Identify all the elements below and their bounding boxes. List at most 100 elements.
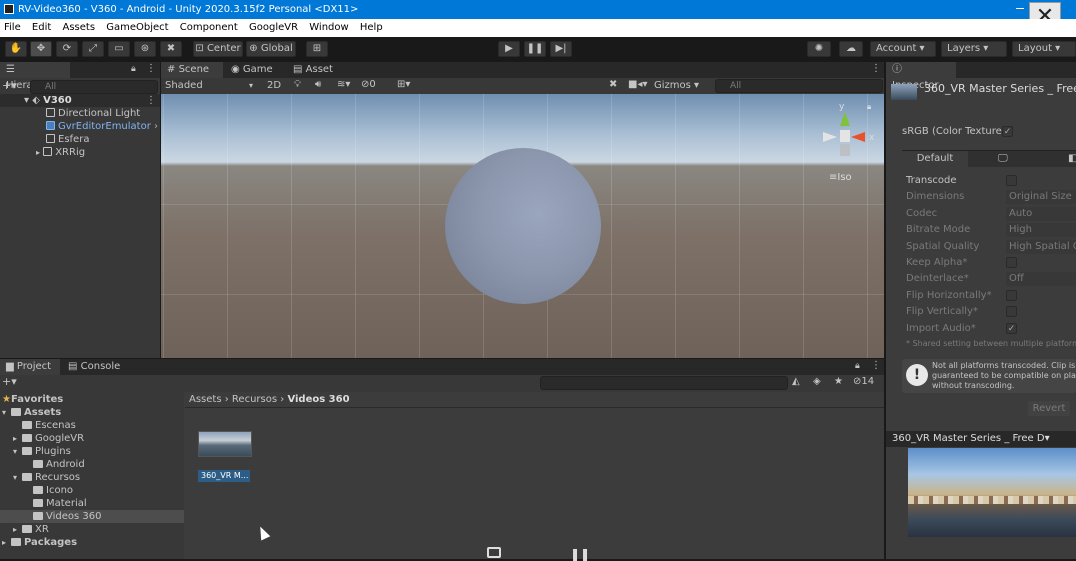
collab-icon[interactable]: ✺ bbox=[807, 41, 831, 57]
pivot-center-toggle[interactable]: ⊡ Center bbox=[193, 41, 243, 57]
project-folder-item[interactable]: Android bbox=[0, 458, 184, 471]
minimize-icon[interactable] bbox=[1016, 8, 1024, 9]
inspector-checkbox[interactable]: ✓ bbox=[1006, 322, 1017, 334]
pause-button[interactable]: ❚❚ bbox=[524, 41, 546, 57]
inspector-checkbox[interactable] bbox=[1006, 175, 1017, 186]
tab-console[interactable]: ▤ Console bbox=[62, 359, 128, 375]
hand-tool-icon[interactable]: ✋ bbox=[5, 41, 27, 57]
project-folder-item[interactable]: Escenas bbox=[0, 419, 184, 432]
hierarchy-item[interactable]: GvrEditorEmulator › bbox=[46, 120, 158, 133]
search-by-type-icon[interactable]: ◭ bbox=[792, 376, 800, 387]
y-axis-cone[interactable] bbox=[840, 112, 850, 126]
audio-icon[interactable]: 🔊︎ bbox=[315, 79, 321, 90]
breadcrumb-recursos[interactable]: Recursos bbox=[232, 394, 277, 405]
inspector-dropdown[interactable]: Off bbox=[1006, 272, 1076, 287]
preview-title[interactable]: 360_VR Master Series _ Free D▾ bbox=[892, 433, 1050, 444]
hierarchy-search-input[interactable]: All bbox=[30, 80, 158, 94]
projection-toggle[interactable]: ≡Iso bbox=[829, 172, 852, 183]
project-folder-item[interactable]: ▾ Recursos bbox=[0, 471, 184, 484]
hierarchy-item[interactable]: ▸ XRRig bbox=[36, 146, 85, 159]
sphere-object[interactable] bbox=[445, 148, 601, 304]
scene-search-input[interactable]: All bbox=[715, 79, 883, 93]
create-asset-button[interactable]: +▾ bbox=[2, 375, 17, 388]
custom-tool-icon[interactable]: ✖ bbox=[160, 41, 182, 57]
panel-menu-icon[interactable]: ⋮ bbox=[871, 360, 881, 371]
project-folder-item[interactable]: Videos 360 bbox=[0, 510, 184, 523]
revert-button[interactable]: Revert bbox=[1028, 401, 1070, 416]
inspector-dropdown[interactable]: Original Size bbox=[1006, 190, 1076, 205]
expand-arrow-icon[interactable]: ▾ bbox=[2, 406, 11, 419]
expand-arrow-icon[interactable]: ▸ bbox=[13, 432, 22, 445]
menu-edit[interactable]: Edit bbox=[28, 19, 55, 37]
menu-assets[interactable]: Assets bbox=[58, 19, 99, 37]
inspector-checkbox[interactable] bbox=[1006, 306, 1017, 318]
scene-menu-icon[interactable]: ⋮ bbox=[146, 94, 156, 107]
expand-arrow-icon[interactable]: ▾ bbox=[13, 445, 22, 458]
favorite-icon[interactable]: ★ bbox=[834, 376, 843, 387]
tab-default-platform[interactable]: Default bbox=[902, 151, 968, 167]
expand-arrow-icon[interactable]: ▾ bbox=[13, 471, 22, 484]
project-folder-item[interactable]: ▾ Assets bbox=[0, 406, 184, 419]
transform-tool-icon[interactable]: ⊛ bbox=[134, 41, 156, 57]
project-folder-item[interactable]: ▾ Plugins bbox=[0, 445, 184, 458]
project-folder-item[interactable]: ▸ Packages bbox=[0, 536, 184, 549]
pivot-global-toggle[interactable]: ⊕ Global bbox=[246, 41, 296, 57]
play-button[interactable]: ▶ bbox=[498, 41, 520, 57]
inspector-checkbox[interactable] bbox=[1006, 257, 1017, 268]
project-folder-item[interactable]: Material bbox=[0, 497, 184, 510]
expand-arrow-icon[interactable]: ▸ bbox=[13, 523, 22, 536]
cloud-icon[interactable]: ☁ bbox=[839, 41, 863, 57]
orientation-gizmo[interactable]: y x 🔒︎ bbox=[821, 102, 883, 158]
srgb-checkbox[interactable]: ✓ bbox=[1002, 126, 1013, 137]
scale-tool-icon[interactable]: ⤢ bbox=[82, 41, 104, 57]
menu-window[interactable]: Window bbox=[305, 19, 352, 37]
2d-toggle[interactable]: 2D bbox=[264, 79, 284, 93]
layout-dropdown[interactable]: Layout ▾ bbox=[1012, 41, 1076, 57]
video-asset-label[interactable]: 360_VR M... bbox=[198, 470, 250, 482]
neg-x-axis-cone[interactable] bbox=[823, 132, 837, 142]
menu-gameobject[interactable]: GameObject bbox=[102, 19, 172, 37]
project-folder-item[interactable]: Icono bbox=[0, 484, 184, 497]
menu-help[interactable]: Help bbox=[356, 19, 387, 37]
tools-icon[interactable]: ✖ bbox=[609, 79, 617, 90]
tab-hierarchy[interactable]: ☰ Hierarchy bbox=[0, 62, 70, 91]
layers-dropdown[interactable]: Layers ▾ bbox=[941, 41, 1007, 57]
tab-scene[interactable]: # Scene bbox=[161, 62, 223, 78]
effects-icon[interactable]: ≋▾ bbox=[337, 79, 350, 90]
breadcrumb-current[interactable]: Videos 360 bbox=[287, 394, 349, 405]
desktop-icon[interactable]: 🖵︎ bbox=[998, 153, 1008, 164]
neg-y-axis-cone[interactable] bbox=[840, 144, 850, 156]
gizmos-dropdown[interactable]: Gizmos ▾ bbox=[654, 79, 699, 93]
scene-root-v360[interactable]: ▾ ⬖ V360 ⋮ bbox=[0, 94, 160, 107]
tab-game[interactable]: ◉ Game bbox=[225, 62, 283, 78]
lock-icon[interactable]: 🔒︎ bbox=[867, 102, 871, 112]
lock-icon[interactable]: 🔒︎ bbox=[131, 64, 136, 74]
shading-mode-dropdown[interactable]: Shaded ▾ bbox=[163, 79, 257, 93]
inspector-dropdown[interactable]: High bbox=[1006, 223, 1076, 238]
inspector-dropdown[interactable]: High Spatial Q bbox=[1006, 239, 1076, 254]
camera-icon[interactable]: ■◂▾ bbox=[628, 79, 648, 90]
video-asset-thumbnail[interactable] bbox=[198, 431, 252, 457]
star-icon[interactable]: ★ bbox=[2, 393, 11, 406]
hierarchy-item[interactable]: Directional Light bbox=[46, 107, 140, 120]
inspector-checkbox[interactable] bbox=[1006, 289, 1017, 301]
add-object-button[interactable]: +▾ bbox=[2, 79, 17, 92]
grid-snap-icon[interactable]: ⊞ bbox=[306, 41, 328, 57]
menu-component[interactable]: Component bbox=[176, 19, 242, 37]
tab-project[interactable]: ▆ Project bbox=[0, 359, 60, 375]
step-button[interactable]: ▶| bbox=[550, 41, 572, 57]
menu-file[interactable]: File bbox=[0, 19, 25, 37]
hierarchy-item[interactable]: Esfera bbox=[46, 133, 89, 146]
project-search-input[interactable] bbox=[540, 376, 788, 390]
android-icon[interactable]: ◧ bbox=[1068, 153, 1076, 164]
tab-asset-store[interactable]: ▤ Asset Store bbox=[287, 62, 367, 91]
account-dropdown[interactable]: Account ▾ bbox=[870, 41, 936, 57]
rotate-tool-icon[interactable]: ⟳ bbox=[56, 41, 78, 57]
rect-tool-icon[interactable]: ▭ bbox=[108, 41, 130, 57]
project-folder-item[interactable]: ▸ XR bbox=[0, 523, 184, 536]
expand-arrow-icon[interactable]: ▸ bbox=[2, 536, 11, 549]
menu-googlevr[interactable]: GoogleVR bbox=[245, 19, 302, 37]
hidden-packages-icon[interactable]: ⊘14 bbox=[853, 376, 874, 387]
lighting-icon[interactable]: 💡︎ bbox=[294, 79, 301, 90]
gizmo-center-cube[interactable] bbox=[840, 130, 850, 142]
